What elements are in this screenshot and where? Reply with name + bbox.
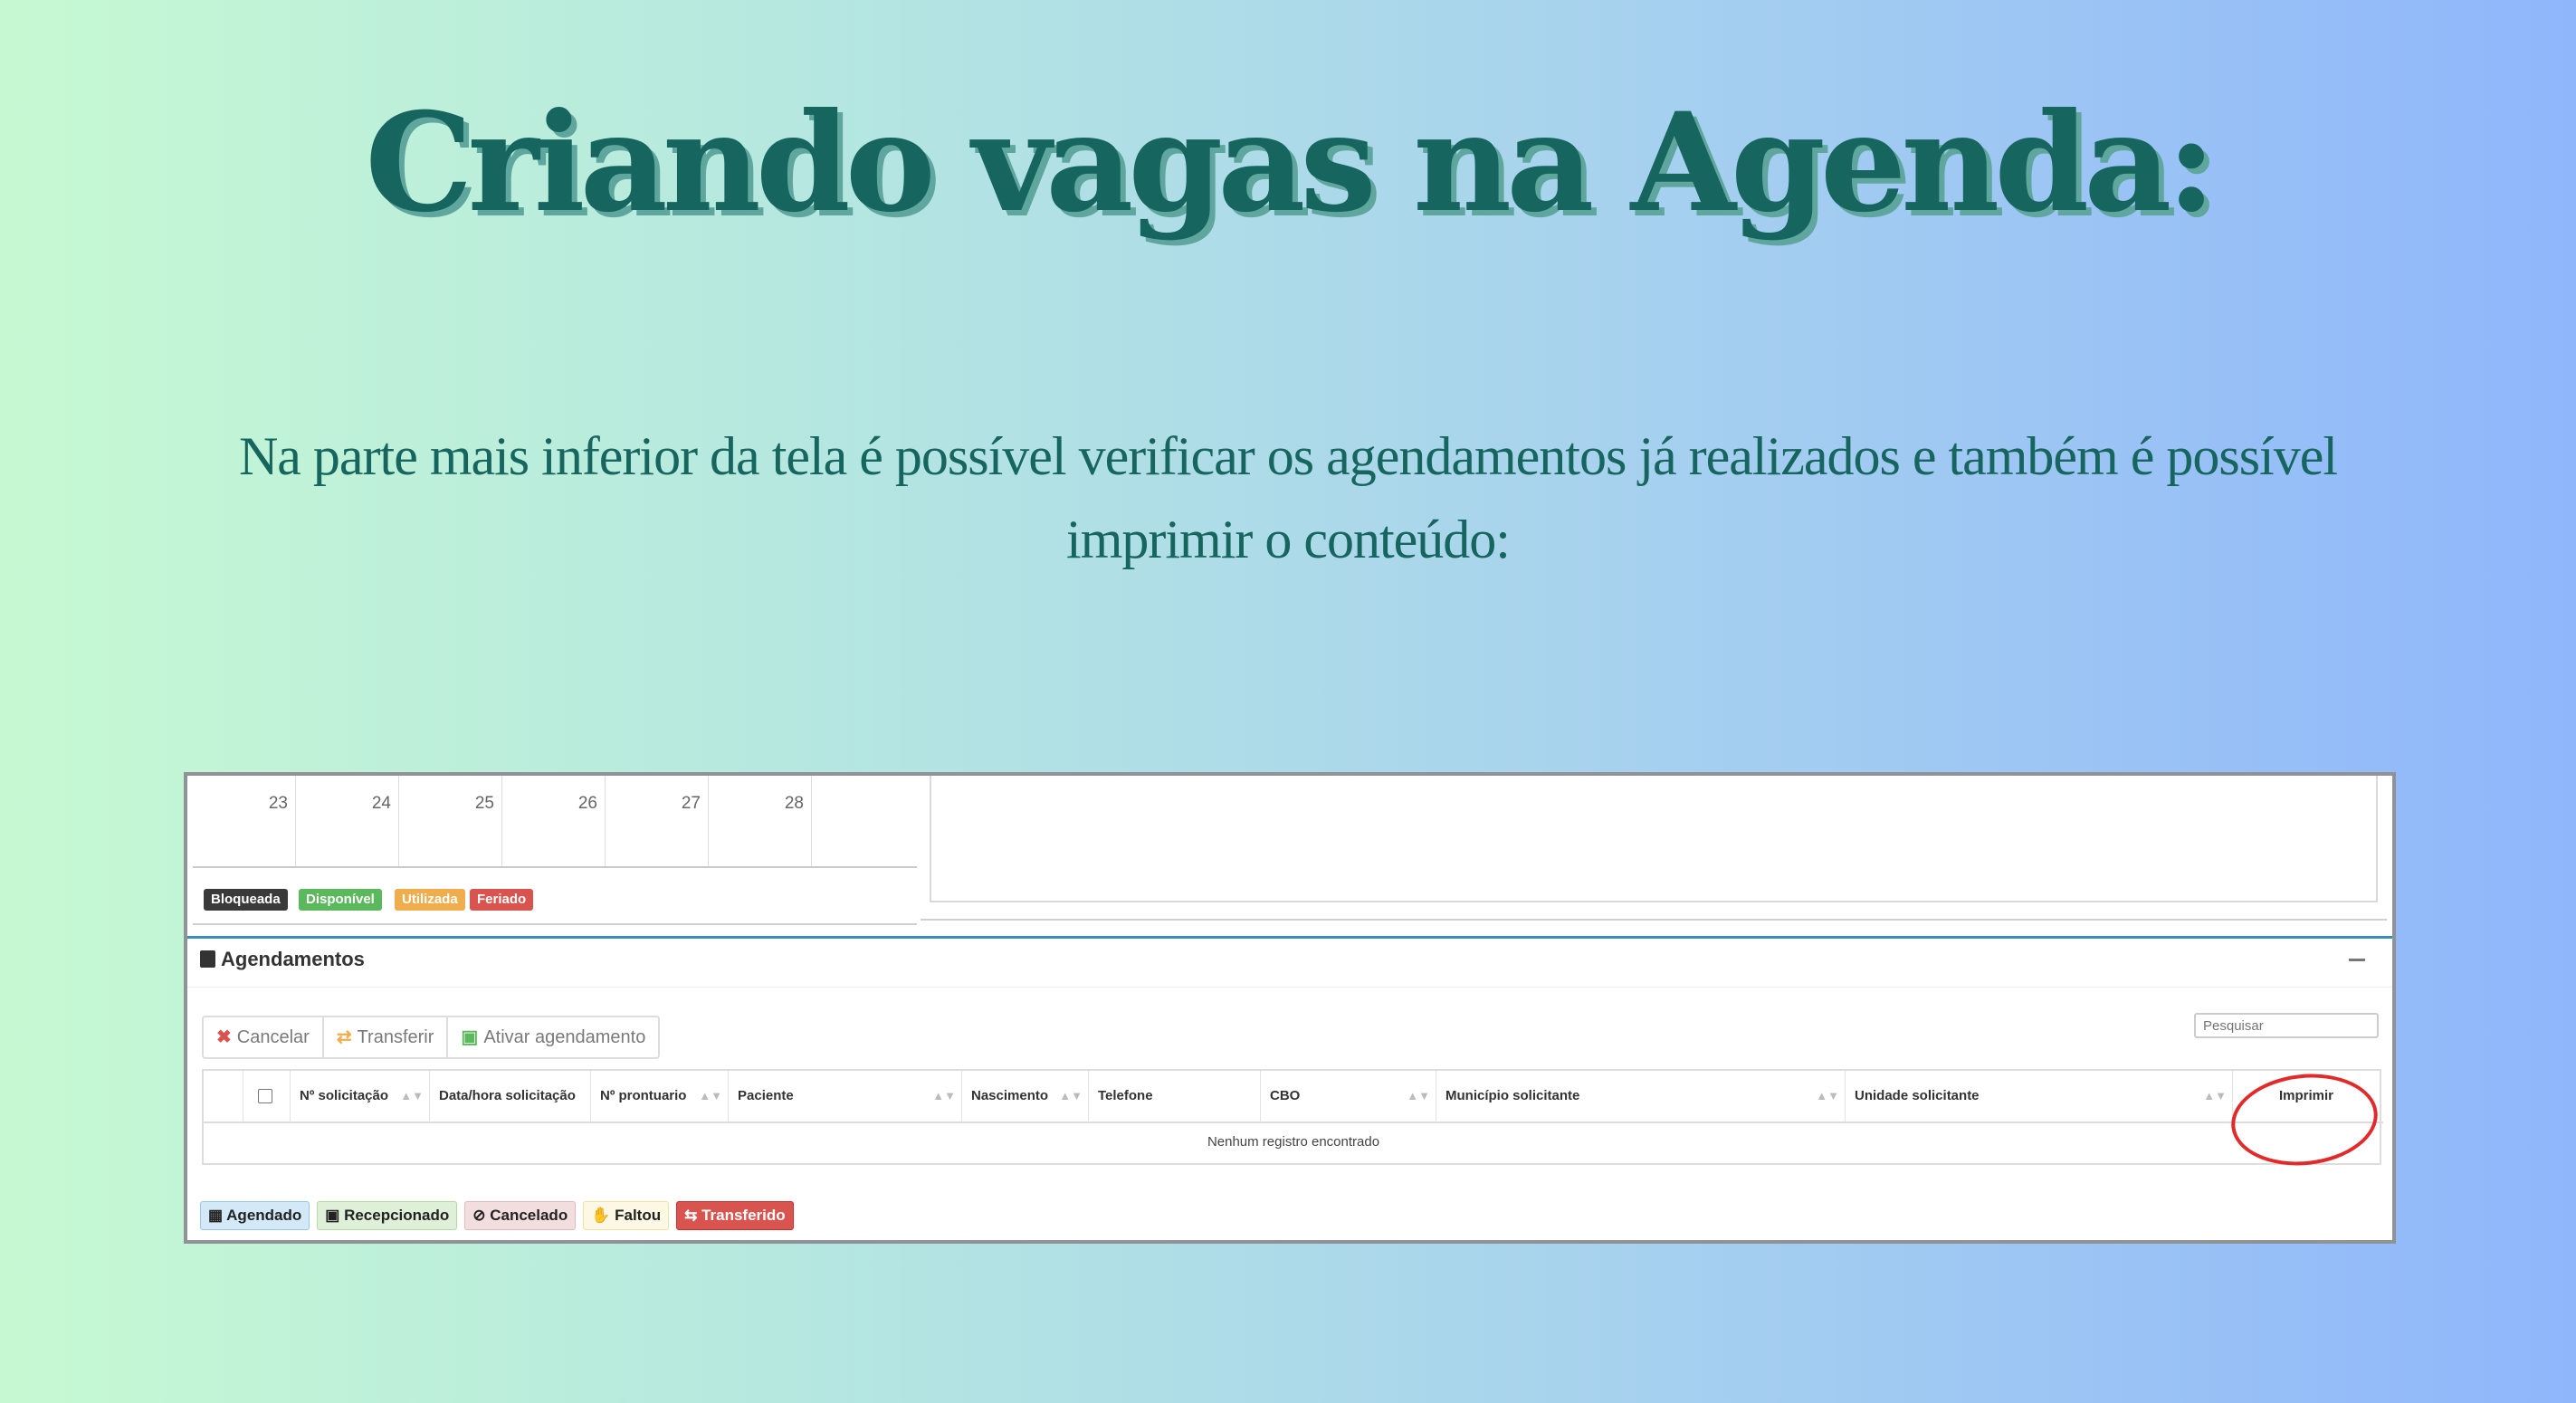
calendar-day[interactable]: 24	[296, 776, 399, 866]
legend-utilizada: Utilizada	[395, 889, 465, 911]
column-header[interactable]: Paciente ▲▼	[729, 1071, 962, 1121]
empty-message: Nenhum registro encontrado	[1207, 1134, 1380, 1150]
column-header[interactable]: Nascimento ▲▼	[962, 1071, 1089, 1121]
column-header[interactable]: Nº prontuario ▲▼	[591, 1071, 729, 1121]
calendar-day[interactable]: 28	[709, 776, 812, 866]
legend-feriado: Feriado	[470, 889, 534, 911]
collapse-button[interactable]	[2349, 959, 2365, 961]
status-transferido: ⇆ Transferido	[676, 1201, 794, 1230]
column-header[interactable]: CBO ▲▼	[1261, 1071, 1436, 1121]
sort-icon: ▲▼	[1059, 1089, 1083, 1102]
status-legend: ▦ Agendado ▣ Recepcionado ⊘ Cancelado ✋ …	[200, 1201, 794, 1230]
column-header[interactable]: Nº solicitação ▲▼	[291, 1071, 430, 1121]
column-spacer	[204, 1071, 243, 1121]
sort-icon: ▲▼	[932, 1089, 956, 1102]
agendamentos-table: Nº solicitação ▲▼ Data/hora solicitação N…	[202, 1069, 2383, 1165]
times-circle-icon: ✖	[216, 1027, 232, 1047]
slide-subtitle: Na parte mais inferior da tela é possíve…	[238, 426, 2338, 569]
action-button-group: ✖ Cancelar ⇄ Transferir ▣ Ativar agendament…	[202, 1016, 661, 1059]
slide-title: Criando vagas na Agenda:	[365, 83, 2217, 243]
details-panel	[930, 776, 2378, 902]
search-input[interactable]	[2194, 1013, 2379, 1038]
agendamentos-header: Agendamentos	[200, 948, 365, 971]
table-header-divider	[204, 1121, 2383, 1123]
status-recepcionado: ▣ Recepcionado	[317, 1201, 458, 1230]
exchange-icon: ⇄	[336, 1027, 352, 1047]
activate-button[interactable]: ▣ Ativar agendamento	[448, 1017, 658, 1057]
calendar-day[interactable]: 27	[606, 776, 709, 866]
sort-icon: ▲▼	[400, 1089, 424, 1102]
status-agendado: ▦ Agendado	[200, 1201, 310, 1230]
calendar-icon: ▦	[208, 1207, 227, 1224]
app-screenshot: 23 24 25 26 27 28 Bloqueada Disponível U…	[184, 772, 2396, 1244]
status-cancelado: ⊘ Cancelado	[464, 1201, 577, 1230]
section-divider	[187, 936, 2392, 939]
sort-icon: ▲▼	[2203, 1089, 2227, 1102]
column-header[interactable]: Telefone	[1089, 1071, 1261, 1121]
agendamentos-title: Agendamentos	[221, 948, 365, 970]
thumbs-down-icon: ✋	[591, 1207, 615, 1224]
column-header[interactable]: Município solicitante ▲▼	[1436, 1071, 1846, 1121]
select-all-checkbox-cell[interactable]	[243, 1071, 291, 1121]
sort-icon: ▲▼	[1407, 1089, 1430, 1102]
calendar-day[interactable]: 25	[399, 776, 502, 866]
select-all-checkbox[interactable]	[258, 1089, 272, 1104]
details-panel-border	[921, 902, 2387, 921]
transfer-button[interactable]: ⇄ Transferir	[324, 1017, 449, 1057]
header-divider	[187, 987, 2392, 988]
calendar-day[interactable]: 23	[193, 776, 296, 866]
transfer-label: Transferir	[357, 1027, 434, 1047]
sort-icon: ▲▼	[699, 1089, 722, 1102]
address-book-icon	[200, 950, 215, 968]
calendar-day[interactable]: 26	[502, 776, 606, 866]
legend-disponivel: Disponível	[299, 889, 382, 911]
calendar-day[interactable]	[812, 776, 915, 866]
legend-bloqueada: Bloqueada	[204, 889, 288, 911]
ban-icon: ⊘	[472, 1207, 491, 1224]
column-header[interactable]: Unidade solicitante ▲▼	[1846, 1071, 2233, 1121]
calendar-check-icon: ▣	[325, 1207, 345, 1224]
retweet-icon: ⇆	[684, 1207, 702, 1224]
calendar-check-icon: ▣	[461, 1027, 479, 1047]
cancel-button[interactable]: ✖ Cancelar	[204, 1017, 324, 1057]
column-header[interactable]: Data/hora solicitação	[430, 1071, 591, 1121]
status-faltou: ✋ Faltou	[583, 1201, 670, 1230]
activate-label: Ativar agendamento	[483, 1027, 646, 1047]
calendar-week-row: 23 24 25 26 27 28	[193, 776, 917, 868]
calendar-legend: Bloqueada Disponível Utilizada Feriado	[193, 878, 917, 925]
sort-icon: ▲▼	[1816, 1089, 1839, 1102]
cancel-label: Cancelar	[236, 1027, 310, 1047]
